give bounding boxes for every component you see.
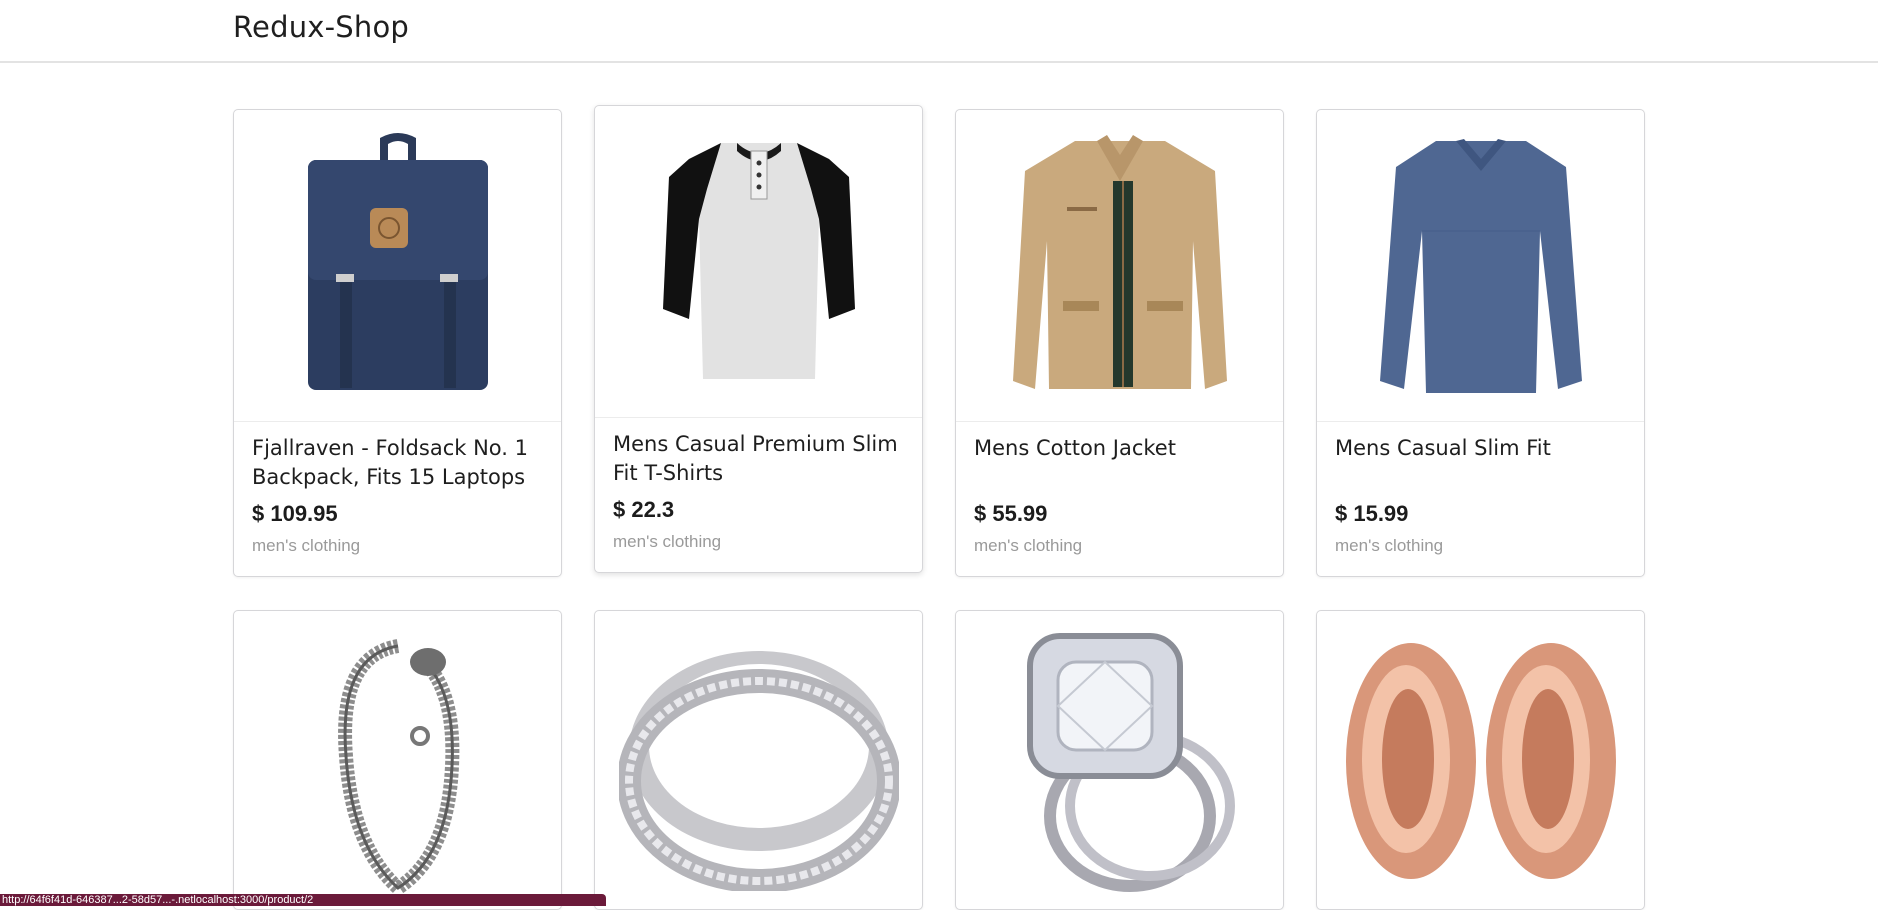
- bracelet-image: [234, 611, 561, 910]
- product-card[interactable]: Mens Cotton Jacket $ 55.99 men's clothin…: [955, 109, 1284, 577]
- product-card[interactable]: [1316, 610, 1645, 910]
- product-card[interactable]: Mens Casual Premium Slim Fit T-Shirts $ …: [594, 105, 923, 573]
- product-category: men's clothing: [1335, 536, 1443, 556]
- product-card[interactable]: Fjallraven - Foldsack No. 1 Backpack, Fi…: [233, 109, 562, 577]
- tshirt-image: [595, 106, 922, 418]
- jacket-image: [956, 110, 1283, 422]
- product-title[interactable]: Mens Casual Premium Slim Fit T-Shirts: [613, 430, 908, 488]
- product-title[interactable]: Fjallraven - Foldsack No. 1 Backpack, Fi…: [252, 434, 547, 492]
- product-price: $ 22.3: [613, 497, 674, 523]
- silver-ring-image: [595, 611, 922, 910]
- rose-gold-plugs-image: [1317, 611, 1644, 910]
- product-title[interactable]: Mens Cotton Jacket: [974, 434, 1269, 463]
- brand-logo-link[interactable]: Redux-Shop: [233, 10, 409, 44]
- product-price: $ 109.95: [252, 501, 338, 527]
- product-card[interactable]: [594, 610, 923, 910]
- product-price: $ 15.99: [1335, 501, 1408, 527]
- product-category: men's clothing: [974, 536, 1082, 556]
- backpack-image: [234, 110, 561, 422]
- product-card[interactable]: [955, 610, 1284, 910]
- diamond-ring-image: [956, 611, 1283, 910]
- product-title[interactable]: Mens Casual Slim Fit: [1335, 434, 1630, 463]
- top-navbar: Redux-Shop: [0, 0, 1878, 63]
- product-price: $ 55.99: [974, 501, 1047, 527]
- product-card[interactable]: Mens Casual Slim Fit $ 15.99 men's cloth…: [1316, 109, 1645, 577]
- link-preview-status-bar: http://64f6f41d-646387...2-58d57...-.net…: [0, 894, 606, 906]
- product-category: men's clothing: [613, 532, 721, 552]
- product-category: men's clothing: [252, 536, 360, 556]
- longsleeve-image: [1317, 110, 1644, 422]
- product-card[interactable]: [233, 610, 562, 910]
